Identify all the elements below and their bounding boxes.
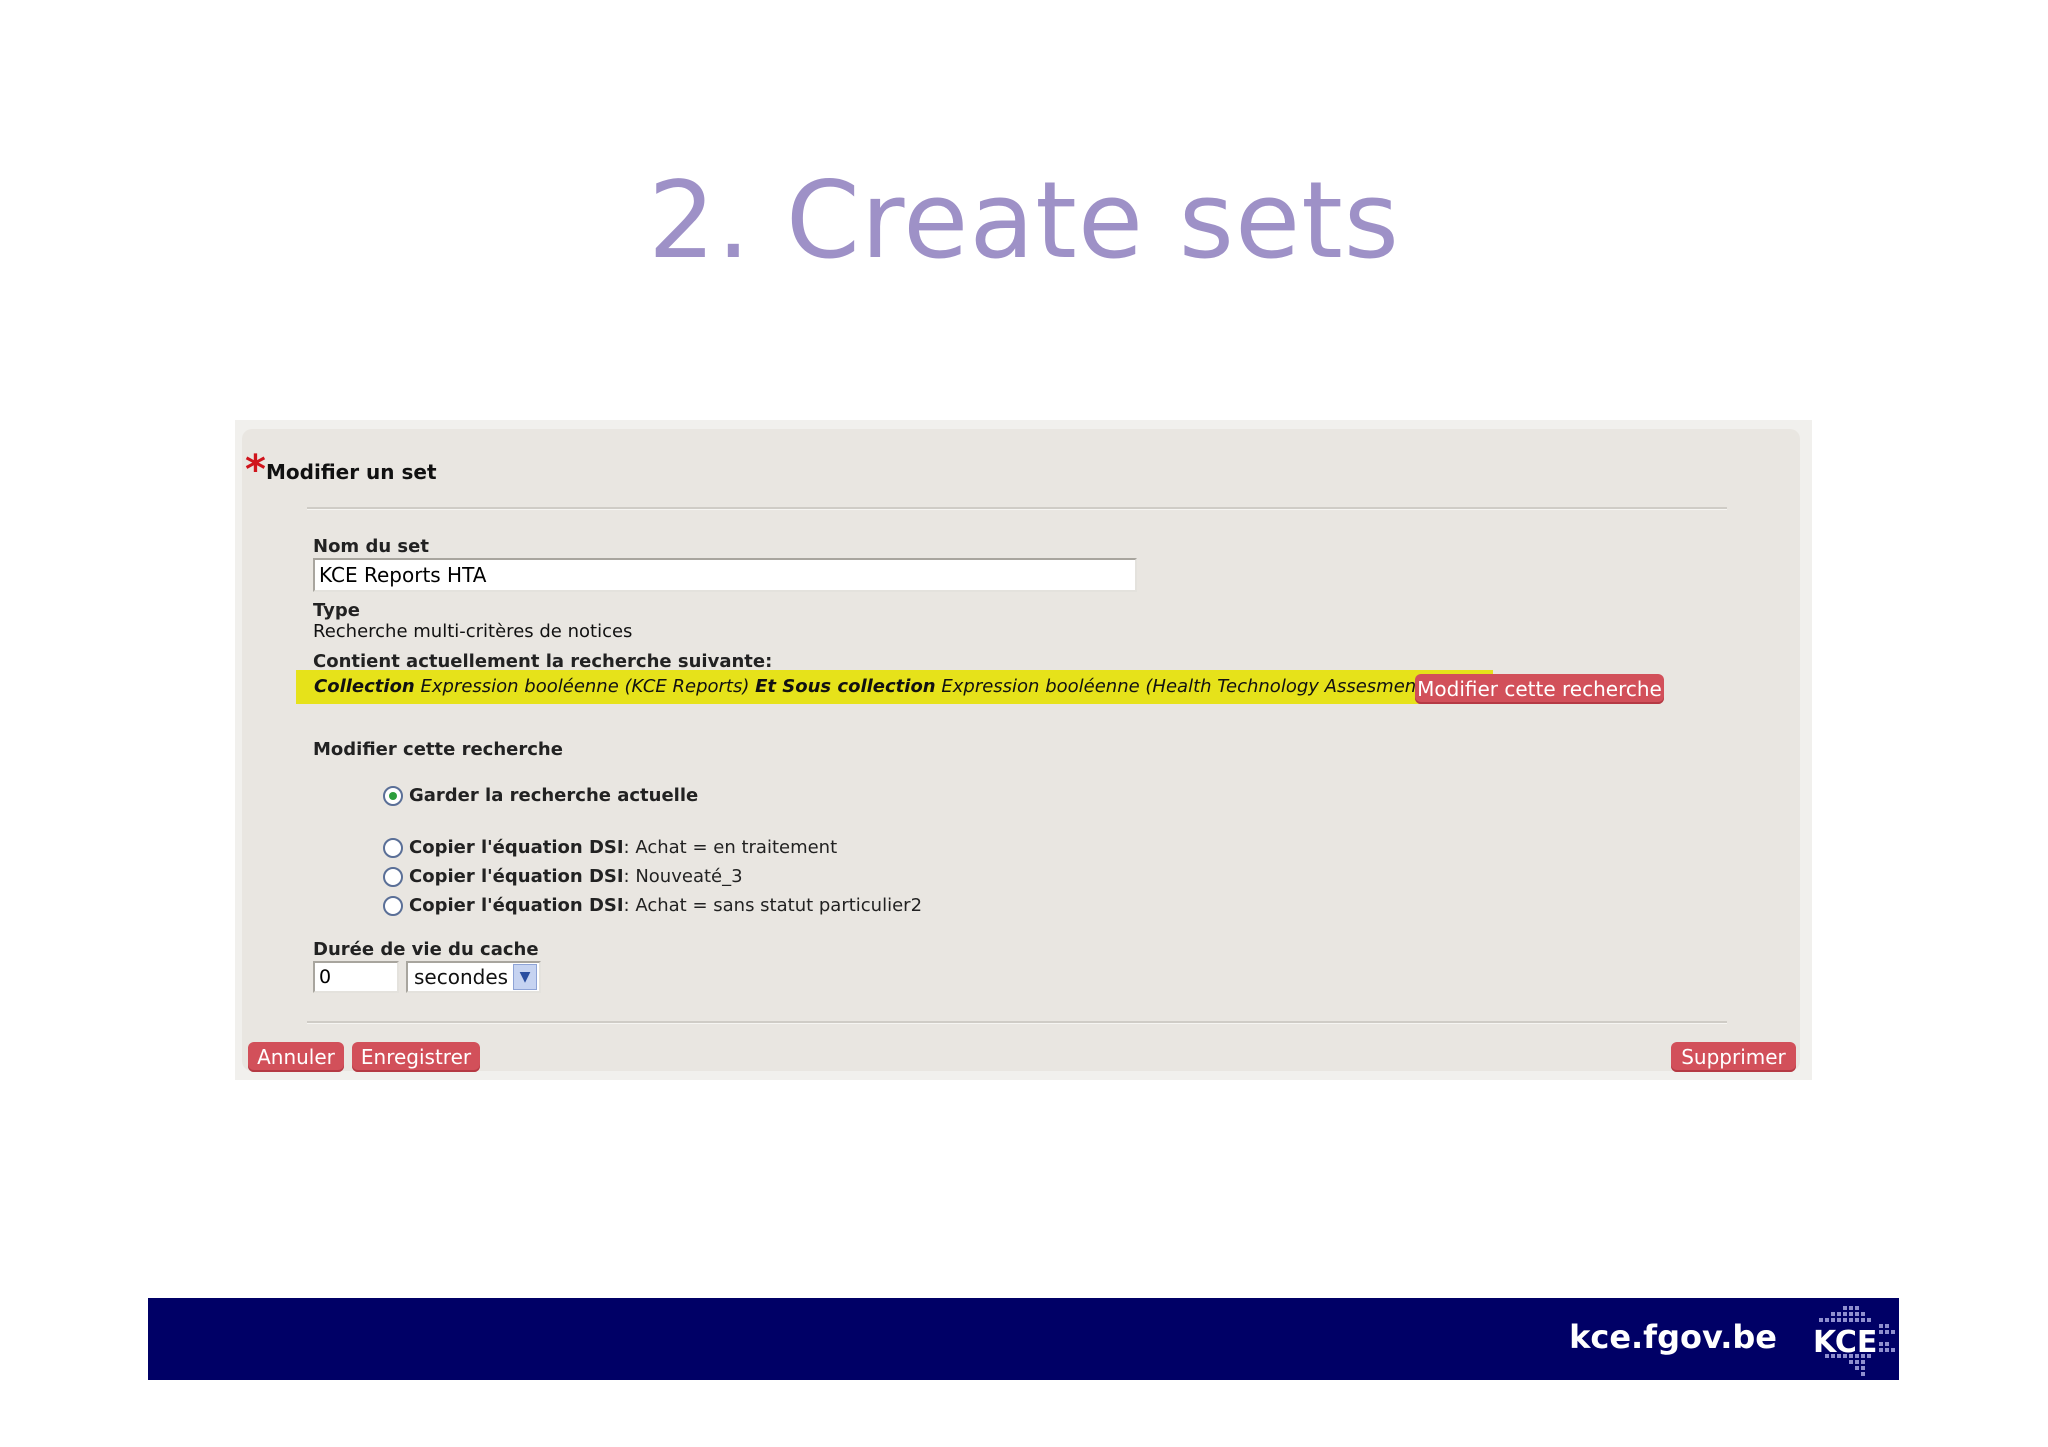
option-keep-current[interactable]: Garder la recherche actuelle [383,785,698,806]
search-collection-expression: Expression booléenne (KCE Reports) [414,676,756,697]
current-search-label: Contient actuellement la recherche suiva… [313,651,773,672]
option-copy-dsi-3[interactable]: Copier l'équation DSI: Achat = sans stat… [383,895,922,916]
footer-url: kce.fgov.be [1569,1318,1777,1356]
divider-bottom [307,1021,1727,1024]
save-button[interactable]: Enregistrer [352,1042,480,1072]
set-name-label: Nom du set [313,536,429,557]
cache-unit-value: secondes [414,965,509,989]
divider-top [307,507,1727,510]
option-label: Copier l'équation DSI [409,895,624,916]
radio-icon[interactable] [383,866,403,887]
cache-label: Durée de vie du cache [313,939,539,960]
current-search-highlight: Collection Expression booléenne (KCE Rep… [296,670,1494,704]
option-detail: : Achat = sans statut particulier2 [623,895,923,916]
cache-duration-input[interactable] [313,961,399,993]
radio-selected-icon[interactable] [383,785,403,806]
radio-icon[interactable] [383,837,403,858]
radio-icon[interactable] [383,895,403,916]
modify-search-label: Modifier cette recherche [313,739,563,760]
cancel-button[interactable]: Annuler [248,1042,344,1072]
option-copy-dsi-1[interactable]: Copier l'équation DSI: Achat = en traite… [383,837,837,858]
type-value: Recherche multi-critères de notices [313,621,633,642]
slide-title: 2. Create sets [648,159,1400,282]
kce-logo: KCE [1813,1306,1895,1376]
chevron-down-icon[interactable]: ▼ [513,964,537,990]
form-heading: Modifier un set [266,460,437,484]
option-label: Copier l'équation DSI [409,866,624,887]
option-label: Garder la recherche actuelle [409,785,699,806]
option-label: Copier l'équation DSI [409,837,624,858]
type-label: Type [313,600,360,621]
set-name-input[interactable] [313,558,1137,592]
footer-bar: kce.fgov.be KCE [148,1298,1899,1380]
search-subcollection-keyword: Et Sous collection [755,676,936,697]
form-container: * Modifier un set Nom du set Type Recher… [242,429,1800,1072]
search-subcollection-expression: Expression booléenne (Health Technology … [935,676,1486,697]
option-detail: : Nouveaté_3 [623,866,743,887]
search-collection-keyword: Collection [314,676,415,697]
delete-button[interactable]: Supprimer [1671,1042,1796,1072]
option-detail: : Achat = en traitement [623,837,838,858]
required-star-icon: * [245,447,266,493]
option-copy-dsi-2[interactable]: Copier l'équation DSI: Nouveaté_3 [383,866,743,887]
logo-text: KCE [1813,1325,1877,1360]
modify-search-button[interactable]: Modifier cette recherche [1415,674,1664,704]
screenshot-panel: * Modifier un set Nom du set Type Recher… [235,420,1812,1080]
cache-unit-select[interactable]: secondes ▼ [406,961,541,993]
